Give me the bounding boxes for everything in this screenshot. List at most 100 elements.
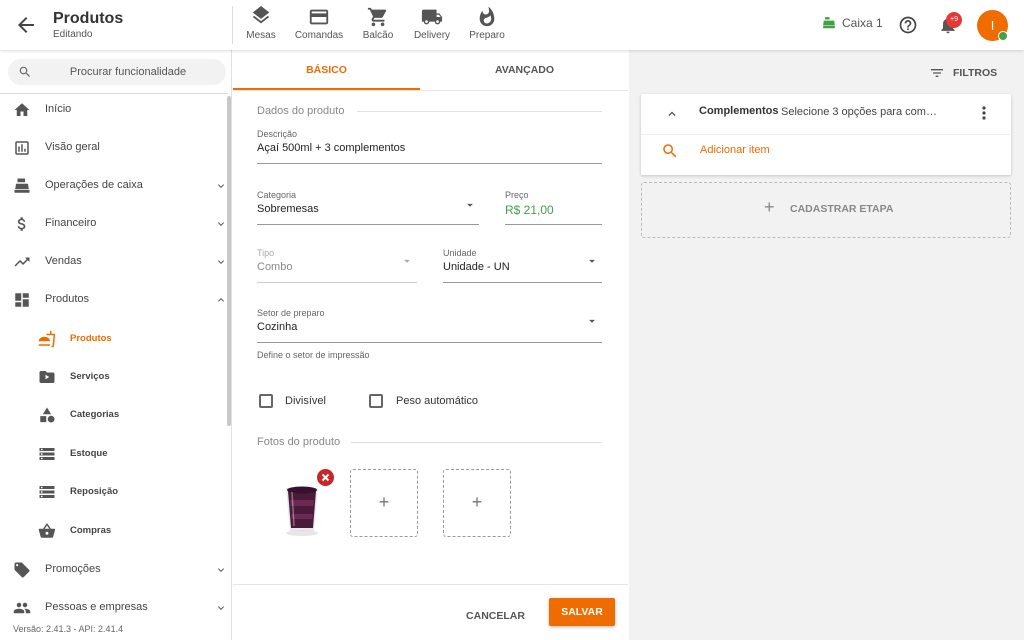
back-arrow-icon[interactable]: [14, 13, 38, 37]
complement-description: Selecione 3 opções para complementar: [781, 106, 941, 118]
tab-avancado[interactable]: AVANÇADO: [431, 50, 618, 90]
sidebar-item-visao-geral[interactable]: Visão geral: [0, 130, 228, 166]
chevron-down-icon: [218, 260, 224, 264]
descricao-underline: [257, 163, 602, 164]
sidebar-item-vendas[interactable]: Vendas: [0, 244, 228, 280]
sidebar: Início Visão geral Operações de caixa Fi…: [0, 50, 232, 640]
nav-label: Comandas: [294, 30, 344, 41]
tag-icon: [14, 562, 30, 578]
card-icon: [309, 9, 329, 25]
sidebar-item-operacoes-caixa[interactable]: Operações de caixa: [0, 168, 228, 204]
cancel-button[interactable]: CANCELAR: [458, 602, 533, 630]
search-input[interactable]: [38, 59, 218, 85]
top-bar: Produtos Editando Mesas Comandas Balcão …: [0, 0, 1024, 50]
page-subtitle: Editando: [53, 29, 93, 40]
register-step-button[interactable]: + CADASTRAR ETAPA: [641, 182, 1011, 238]
descricao-label: Descrição: [257, 129, 298, 139]
tab-basico[interactable]: BÁSICO: [233, 50, 420, 90]
sidebar-subitem-estoque[interactable]: Estoque: [0, 436, 228, 472]
nav-balcao[interactable]: Balcão: [361, 6, 395, 46]
sidebar-subitem-produtos[interactable]: Produtos: [0, 321, 228, 357]
sidebar-item-inicio[interactable]: Início: [0, 92, 228, 128]
sidebar-item-label: Visão geral: [45, 141, 100, 153]
nav-label: Preparo: [469, 30, 505, 41]
sidebar-item-produtos[interactable]: Produtos: [0, 282, 228, 318]
sidebar-subitem-label: Produtos: [70, 333, 112, 344]
tab-divider: [233, 90, 628, 91]
add-item-input[interactable]: Adicionar item: [700, 144, 770, 156]
notification-badge: +9: [946, 12, 962, 28]
peso-automatico-checkbox[interactable]: [369, 394, 383, 408]
filters-button[interactable]: FILTROS: [929, 65, 997, 81]
sidebar-subitem-servicos[interactable]: Serviços: [0, 359, 228, 395]
add-photo-button[interactable]: +: [350, 469, 418, 537]
chevron-down-icon: [218, 568, 224, 572]
register-icon: [14, 178, 30, 193]
unidade-dropdown-icon[interactable]: [585, 254, 599, 268]
setor-select[interactable]: Cozinha: [257, 321, 297, 333]
sidebar-item-label: Promoções: [45, 563, 101, 575]
setor-dropdown-icon[interactable]: [585, 314, 599, 328]
remove-photo-icon[interactable]: [317, 469, 334, 486]
tipo-underline: [257, 282, 417, 283]
save-button[interactable]: SALVAR: [549, 598, 615, 626]
nav-delivery[interactable]: Delivery: [412, 6, 452, 46]
chevron-up-icon[interactable]: [665, 107, 679, 121]
sidebar-item-label: Financeiro: [45, 217, 97, 229]
help-icon[interactable]: [898, 15, 918, 35]
sidebar-item-label: Operações de caixa: [45, 179, 143, 191]
sidebar-subitem-compras[interactable]: Compras: [0, 513, 228, 549]
preco-input[interactable]: R$ 21,00: [505, 203, 554, 217]
nav-label: Balcão: [362, 30, 394, 41]
setor-label: Setor de preparo: [257, 308, 325, 318]
complement-title: Complementos: [699, 105, 779, 117]
plus-icon: +: [378, 492, 390, 512]
unidade-select[interactable]: Unidade - UN: [443, 261, 510, 273]
sidebar-item-pessoas-empresas[interactable]: Pessoas e empresas: [0, 590, 228, 626]
register-step-label: CADASTRAR ETAPA: [790, 203, 894, 215]
section-title-photos: Fotos do produto: [257, 436, 341, 448]
sidebar-scrollbar[interactable]: [227, 96, 231, 426]
add-photo-button[interactable]: +: [443, 469, 511, 537]
cash-register-icon: [823, 17, 835, 29]
sidebar-subitem-reposicao[interactable]: Reposição: [0, 474, 228, 510]
descricao-input[interactable]: Açaí 500ml + 3 complementos: [257, 142, 405, 154]
sidebar-item-label: Vendas: [45, 255, 82, 267]
product-photo[interactable]: [281, 478, 323, 538]
nav-mesas[interactable]: Mesas: [244, 6, 278, 46]
nav-label: Mesas: [246, 30, 276, 41]
categoria-dropdown-icon[interactable]: [463, 198, 477, 212]
sidebar-item-label: Pessoas e empresas: [45, 601, 148, 613]
home-icon: [14, 103, 30, 116]
cart-icon: [367, 7, 387, 27]
divisivel-checkbox[interactable]: [259, 394, 273, 408]
sidebar-subitem-categorias[interactable]: Categorias: [0, 397, 228, 433]
fire-icon: [479, 6, 495, 27]
preco-label: Preço: [505, 190, 529, 200]
more-vert-icon[interactable]: [982, 106, 986, 120]
search-box: [8, 59, 226, 85]
online-status-dot: [998, 31, 1008, 41]
categoria-select[interactable]: Sobremesas: [257, 203, 319, 215]
sidebar-subitem-label: Reposição: [70, 486, 119, 497]
product-form: BÁSICO AVANÇADO Dados do produto Descriç…: [233, 50, 628, 640]
sidebar-item-financeiro[interactable]: Financeiro: [0, 206, 228, 242]
dollar-icon: [17, 217, 26, 231]
sidebar-item-promocoes[interactable]: Promoções: [0, 552, 228, 588]
shapes-icon: [40, 407, 55, 423]
tipo-select: Combo: [257, 261, 293, 273]
section-title-product: Dados do produto: [257, 105, 345, 117]
tipo-dropdown-icon: [404, 259, 410, 263]
people-icon: [13, 602, 31, 614]
section-divider: [357, 111, 602, 112]
card-divider: [641, 134, 1011, 135]
version-info: Versão: 2.41.3 - API: 2.41.4: [13, 624, 124, 634]
unidade-underline: [443, 282, 602, 283]
section-divider: [351, 442, 602, 443]
plus-icon: +: [471, 492, 483, 512]
nav-comandas[interactable]: Comandas: [293, 6, 345, 46]
caixa-selector[interactable]: Caixa 1: [822, 16, 883, 30]
nav-preparo[interactable]: Preparo: [467, 6, 507, 46]
chart-icon: [15, 141, 29, 155]
categoria-underline: [257, 224, 479, 225]
